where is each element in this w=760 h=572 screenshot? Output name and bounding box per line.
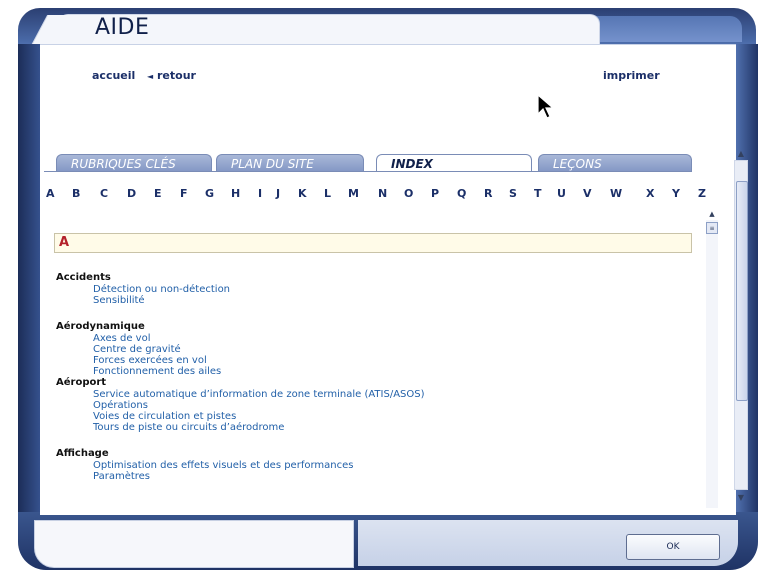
mouse-cursor-icon bbox=[537, 94, 555, 119]
letter-c[interactable]: C bbox=[100, 187, 108, 200]
alphabet-nav: A B C D E F G H I J K L M N O P Q R S T … bbox=[46, 187, 716, 203]
letter-h[interactable]: H bbox=[231, 187, 240, 200]
letter-f[interactable]: F bbox=[180, 187, 188, 200]
title-bar-right-panel bbox=[592, 16, 742, 42]
letter-n[interactable]: N bbox=[378, 187, 387, 200]
index-entry[interactable]: Opérations bbox=[93, 400, 696, 411]
letter-d[interactable]: D bbox=[127, 187, 136, 200]
index-scroll-thumb[interactable]: ≡ bbox=[706, 222, 718, 234]
scroll-down-arrow-icon[interactable]: ▼ bbox=[734, 490, 748, 504]
letter-m[interactable]: M bbox=[348, 187, 359, 200]
ok-button[interactable]: OK bbox=[626, 534, 720, 560]
tab-rubriques-cles[interactable]: RUBRIQUES CLÉS bbox=[56, 154, 212, 172]
letter-x[interactable]: X bbox=[646, 187, 654, 200]
index-entry[interactable]: Axes de vol bbox=[93, 333, 696, 344]
letter-u[interactable]: U bbox=[557, 187, 566, 200]
back-arrow-icon: ◄ bbox=[147, 72, 154, 81]
index-category: Accidents bbox=[56, 272, 111, 283]
index-entry[interactable]: Sensibilité bbox=[93, 295, 696, 306]
letter-k[interactable]: K bbox=[298, 187, 307, 200]
letter-t[interactable]: T bbox=[534, 187, 542, 200]
letter-e[interactable]: E bbox=[154, 187, 162, 200]
scrollbar-thumb[interactable] bbox=[736, 181, 748, 401]
index-category: Aérodynamique bbox=[56, 321, 145, 332]
index-scroll-up-icon[interactable]: ▲ bbox=[706, 208, 718, 220]
letter-y[interactable]: Y bbox=[672, 187, 680, 200]
index-category: Affichage bbox=[56, 448, 109, 459]
index-scrollbar[interactable]: ▲ ≡ bbox=[706, 208, 718, 508]
bottom-left-panel bbox=[34, 520, 354, 568]
home-link[interactable]: accueil bbox=[92, 69, 135, 82]
letter-q[interactable]: Q bbox=[457, 187, 466, 200]
index-entry[interactable]: Fonctionnement des ailes bbox=[93, 366, 696, 377]
index-entry[interactable]: Centre de gravité bbox=[93, 344, 696, 355]
index-entry[interactable]: Paramètres bbox=[93, 471, 696, 482]
index-entry[interactable]: Optimisation des effets visuels et des p… bbox=[93, 460, 696, 471]
tab-index[interactable]: INDEX bbox=[376, 154, 532, 172]
tab-divider bbox=[44, 171, 692, 172]
scroll-up-arrow-icon[interactable]: ▲ bbox=[734, 146, 748, 160]
letter-w[interactable]: W bbox=[610, 187, 622, 200]
letter-p[interactable]: P bbox=[431, 187, 439, 200]
back-link-label: retour bbox=[157, 69, 196, 82]
index-entry[interactable]: Service automatique d’information de zon… bbox=[93, 389, 696, 400]
letter-i[interactable]: I bbox=[258, 187, 262, 200]
letter-z[interactable]: Z bbox=[698, 187, 706, 200]
index-scroll-track[interactable]: ≡ bbox=[706, 220, 718, 508]
page-scrollbar[interactable]: ▲ ▼ bbox=[734, 146, 748, 506]
letter-a[interactable]: A bbox=[46, 187, 55, 200]
letter-b[interactable]: B bbox=[72, 187, 80, 200]
letter-o[interactable]: O bbox=[404, 187, 413, 200]
index-entry[interactable]: Voies de circulation et pistes bbox=[93, 411, 696, 422]
letter-v[interactable]: V bbox=[583, 187, 592, 200]
tab-plan-du-site[interactable]: PLAN DU SITE bbox=[216, 154, 364, 172]
letter-r[interactable]: R bbox=[484, 187, 492, 200]
letter-s[interactable]: S bbox=[509, 187, 517, 200]
index-entry[interactable]: Tours de piste ou circuits d’aérodrome bbox=[93, 422, 696, 433]
letter-g[interactable]: G bbox=[205, 187, 214, 200]
letter-heading-box: A bbox=[54, 233, 692, 253]
back-link[interactable]: ◄ retour bbox=[147, 69, 196, 82]
letter-l[interactable]: L bbox=[324, 187, 331, 200]
scrollbar-track[interactable] bbox=[734, 160, 748, 490]
index-entry[interactable]: Forces exercées en vol bbox=[93, 355, 696, 366]
index-list: Accidents Détection ou non-détection Sen… bbox=[56, 272, 696, 482]
letter-j[interactable]: J bbox=[276, 187, 280, 200]
index-entry[interactable]: Détection ou non-détection bbox=[93, 284, 696, 295]
tab-lecons[interactable]: LEÇONS bbox=[538, 154, 692, 172]
print-link[interactable]: imprimer bbox=[603, 69, 660, 82]
letter-heading: A bbox=[59, 235, 70, 250]
index-category: Aéroport bbox=[56, 377, 107, 388]
window-title: AIDE bbox=[95, 15, 150, 40]
